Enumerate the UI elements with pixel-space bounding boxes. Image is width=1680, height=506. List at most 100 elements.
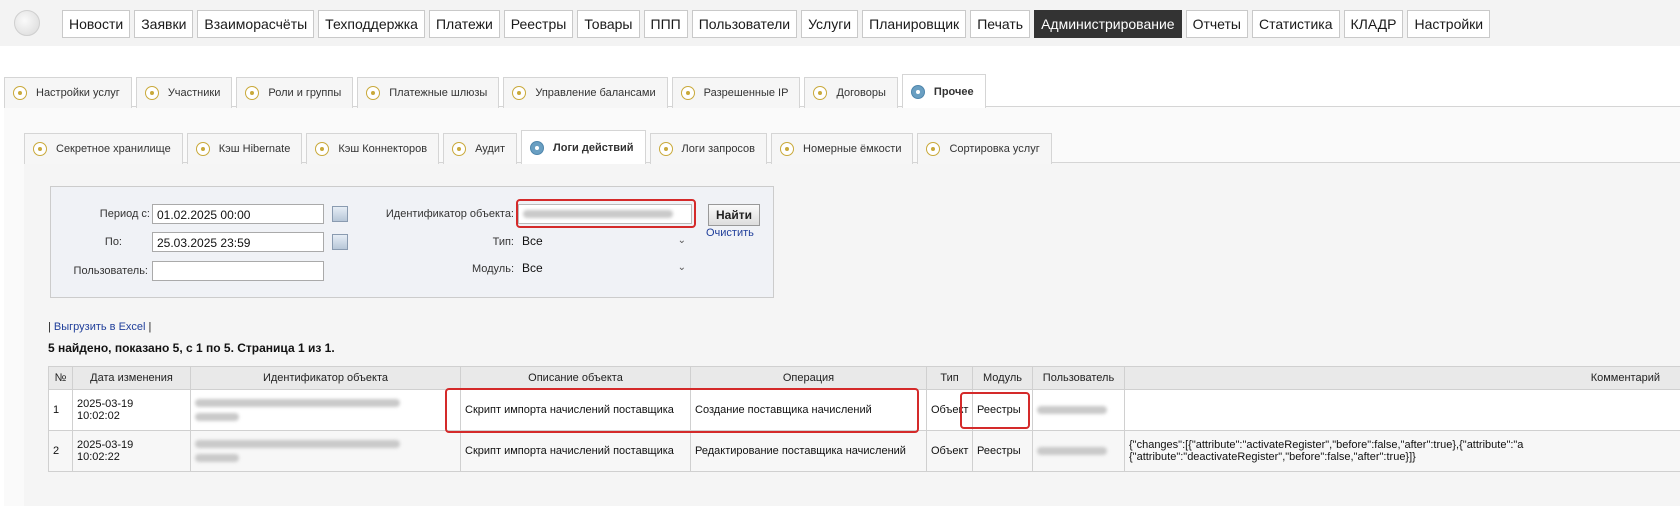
cell-module: Реестры [973,431,1033,472]
menu-item[interactable]: КЛАДР [1344,10,1404,38]
tab-circle-icon [452,142,466,156]
tab-label: Договоры [836,78,885,108]
export-separator: | [149,321,152,333]
cell-type: Объект [927,431,973,472]
tab-label: Участники [168,78,221,108]
level2-tab[interactable]: Номерные ёмкости [771,133,913,164]
menu-item[interactable]: Реестры [504,10,574,38]
chevron-down-icon: ⌄ [678,258,686,278]
period-to-label: По: [60,236,122,248]
level1-tab[interactable]: Управление балансами [503,77,667,108]
tab-circle-icon [315,142,329,156]
menu-item[interactable]: Планировщик [862,10,966,38]
menu-item[interactable]: Администрирование [1034,10,1182,38]
menu-item[interactable]: Статистика [1252,10,1340,38]
level2-tab[interactable]: Секретное хранилище [24,133,183,164]
cell-user [1033,431,1125,472]
col-number[interactable]: № [49,367,73,390]
level1-tab[interactable]: Прочее [902,74,986,108]
results-summary: 5 найдено, показано 5, с 1 по 5. Страниц… [48,341,335,355]
menu-item[interactable]: Платежи [429,10,500,38]
find-button[interactable]: Найти [708,204,760,226]
export-excel-link[interactable]: Выгрузить в Excel [54,321,146,333]
menu-item[interactable]: Печать [970,10,1030,38]
cell-date-time: 10:02:02 [77,410,186,422]
level1-tab[interactable]: Договоры [804,77,897,108]
menu-item[interactable]: Взаиморасчёты [197,10,314,38]
tab-circle-icon [366,86,380,100]
tab-label: Сортировка услуг [949,134,1039,164]
user-label: Пользователь: [58,265,148,277]
tab-circle-icon [926,142,940,156]
level1-tab[interactable]: Разрешенные IP [672,77,801,108]
col-module[interactable]: Модуль [973,367,1033,390]
tab-circle-icon [33,142,47,156]
level2-tab[interactable]: Аудит [443,133,517,164]
calendar-icon[interactable] [332,234,348,250]
menu-item[interactable]: Отчеты [1186,10,1248,38]
col-date[interactable]: Дата изменения [73,367,191,390]
tab-circle-icon [911,85,925,99]
chevron-down-icon: ⌄ [678,231,686,251]
level1-tab[interactable]: Настройки услуг [4,77,132,108]
user-input[interactable] [152,261,324,281]
menu-item[interactable]: Услуги [801,10,858,38]
tab-label: Аудит [475,134,505,164]
tabs-level1: Настройки услуг Участники Роли и группы Пла… [4,74,990,108]
tab-circle-icon [659,142,673,156]
export-separator: | [48,321,51,333]
tab-circle-icon [780,142,794,156]
cell-date-day: 2025-03-19 [77,398,186,410]
module-select[interactable]: Все⌄ [518,258,690,278]
cell-number: 1 [49,390,73,431]
tab-circle-icon [245,86,259,100]
period-to-input[interactable]: 25.03.2025 23:59 [152,232,324,252]
level1-tab[interactable]: Участники [136,77,233,108]
tab-label: Настройки услуг [36,78,120,108]
col-object-id[interactable]: Идентификатор объекта [191,367,461,390]
table-row[interactable]: 2 2025-03-1910:02:22 Скрипт импорта начи… [49,431,1680,472]
tab-label: Логи запросов [682,134,756,164]
tab-label: Роли и группы [268,78,341,108]
menu-item[interactable]: Техподдержка [318,10,425,38]
export-bar: | Выгрузить в Excel | [48,321,151,333]
level2-tab[interactable]: Логи действий [521,130,646,164]
tab-label: Номерные ёмкости [803,134,901,164]
type-select[interactable]: Все⌄ [518,231,690,251]
clear-link[interactable]: Очистить [706,227,754,239]
menu-item[interactable]: Заявки [134,10,193,38]
tab-circle-icon [681,86,695,100]
calendar-icon[interactable] [332,206,348,222]
menu-item[interactable]: ППП [644,10,688,38]
level2-tab[interactable]: Кэш Коннекторов [306,133,439,164]
cell-object-id [191,431,461,472]
col-type[interactable]: Тип [927,367,973,390]
tab-circle-icon [813,86,827,100]
level2-tab[interactable]: Логи запросов [650,133,768,164]
level1-tab[interactable]: Роли и группы [236,77,353,108]
menu-item[interactable]: Пользователи [692,10,797,38]
menu-item[interactable]: Настройки [1407,10,1490,38]
highlight-description-operation [445,388,919,433]
col-user[interactable]: Пользователь [1033,367,1125,390]
top-menu-bar: НовостиЗаявкиВзаиморасчётыТехподдержкаПл… [0,0,1680,46]
tab-label: Секретное хранилище [56,134,171,164]
col-description[interactable]: Описание объекта [461,367,691,390]
level2-tab[interactable]: Сортировка услуг [917,133,1051,164]
type-label: Тип: [440,236,514,248]
cell-date-time: 10:02:22 [77,451,186,463]
menu-item[interactable]: Товары [577,10,639,38]
menu-item[interactable]: Новости [62,10,130,38]
level1-tab[interactable]: Платежные шлюзы [357,77,499,108]
comment-line: {"attribute":"deactivateRegister","befor… [1129,451,1676,463]
cell-user [1033,390,1125,431]
col-operation[interactable]: Операция [691,367,927,390]
cell-date: 2025-03-1910:02:22 [73,431,191,472]
col-comment[interactable]: Комментарий [1125,367,1680,390]
level2-tab[interactable]: Кэш Hibernate [187,133,303,164]
period-from-label: Период с: [60,208,150,220]
module-label: Модуль: [440,263,514,275]
tab-label: Управление балансами [535,78,655,108]
tabs-level2: Секретное хранилище Кэш HibernateКэш Конн… [24,130,1056,164]
period-from-input[interactable]: 01.02.2025 00:00 [152,204,324,224]
